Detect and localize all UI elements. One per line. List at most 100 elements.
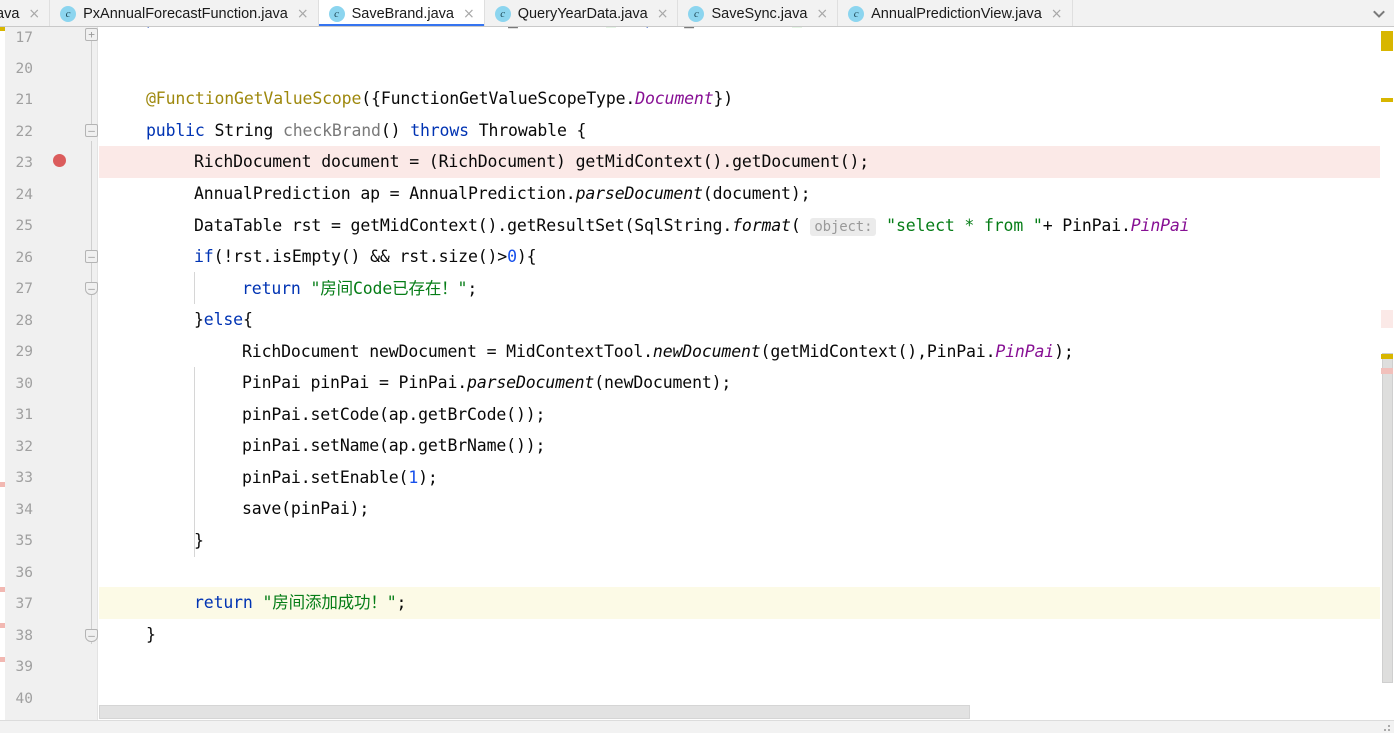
line-number: 28 [15, 313, 33, 329]
horizontal-scrollbar[interactable] [99, 705, 1380, 719]
code-line-39[interactable] [99, 650, 1394, 682]
line-number: 38 [15, 628, 33, 644]
warning-marker[interactable] [1381, 354, 1393, 359]
editor-tab-annualpredictionview[interactable]: c AnnualPredictionView.java × [838, 0, 1073, 26]
line-number: 29 [15, 344, 33, 360]
code-line-20[interactable] [99, 51, 1394, 83]
fold-collapse-icon[interactable]: – [85, 124, 98, 137]
close-icon[interactable]: × [463, 7, 475, 21]
code-line-text: } [146, 625, 156, 644]
editor-tab-queryyeardata[interactable]: c QueryYearData.java × [484, 0, 679, 26]
code-line-text: return "房间添加成功！"; [194, 593, 407, 612]
code-line-text: pinPai.setName(ap.getBrName()); [242, 436, 546, 455]
code-line-33[interactable]: pinPai.setEnable(1); [99, 462, 1394, 494]
code-line-text: AnnualPrediction ap = AnnualPrediction.p… [194, 184, 811, 203]
breakpoint-marker[interactable] [53, 154, 66, 167]
code-line-22[interactable]: public String checkBrand() throws Throwa… [99, 115, 1394, 147]
fold-region-end-icon[interactable]: – [85, 629, 98, 642]
line-number: 23 [15, 155, 33, 171]
editor-tab-clipped[interactable]: ava × [0, 0, 51, 26]
horizontal-scrollbar-thumb[interactable] [99, 705, 970, 719]
vertical-scrollbar-thumb[interactable] [1382, 353, 1393, 683]
line-number: 34 [15, 502, 33, 518]
code-text-area[interactable]: public SaveBrand(RichDocumentContext _co… [99, 27, 1394, 710]
line-number: 17 [15, 30, 33, 46]
tab-overflow-button[interactable] [1364, 0, 1394, 26]
java-class-icon: c [60, 5, 77, 22]
code-line-text: pinPai.setEnable(1); [242, 468, 438, 487]
code-line-text: return "房间Code已存在！"; [242, 279, 478, 298]
line-number: 31 [15, 407, 33, 423]
code-line-28[interactable]: }else{ [99, 304, 1394, 336]
code-line-text: PinPai pinPai = PinPai.parseDocument(new… [242, 373, 732, 392]
code-line-text: public String checkBrand() throws Throwa… [146, 121, 587, 140]
fold-collapse-icon[interactable]: – [85, 250, 98, 263]
line-number: 27 [15, 281, 33, 297]
fold-line [91, 141, 92, 644]
vertical-scrollbar[interactable] [1380, 27, 1394, 710]
code-line-32[interactable]: pinPai.setName(ap.getBrName()); [99, 430, 1394, 462]
code-line-text: }else{ [194, 310, 253, 329]
code-line-27[interactable]: return "房间Code已存在！"; [99, 273, 1394, 305]
code-line-31[interactable]: pinPai.setCode(ap.getBrCode()); [99, 399, 1394, 431]
fold-line [91, 33, 92, 129]
editor-tab-label: PxAnnualForecastFunction.java [83, 5, 288, 22]
java-class-icon: c [328, 5, 345, 22]
line-number: 26 [15, 250, 33, 266]
line-number: 36 [15, 565, 33, 581]
editor-tab-pxannualforecastfunction[interactable]: c PxAnnualForecastFunction.java × [50, 0, 319, 26]
code-line-37[interactable]: return "房间添加成功！"; [99, 587, 1394, 619]
code-line-text: RichDocument document = (RichDocument) g… [194, 152, 870, 171]
code-line-38[interactable]: } [99, 619, 1394, 651]
line-number: 35 [15, 533, 33, 549]
chevron-down-icon [1373, 10, 1385, 18]
code-line-23[interactable]: RichDocument document = (RichDocument) g… [99, 146, 1394, 178]
code-line-30[interactable]: PinPai pinPai = PinPai.parseDocument(new… [99, 367, 1394, 399]
parameter-hint: object: [810, 218, 877, 236]
close-icon[interactable]: × [657, 7, 669, 21]
line-number: 20 [15, 61, 33, 77]
line-number: 24 [15, 187, 33, 203]
code-line-35[interactable]: } [99, 525, 1394, 557]
fold-expand-icon[interactable]: + [85, 28, 98, 41]
code-line-29[interactable]: RichDocument newDocument = MidContextToo… [99, 336, 1394, 368]
code-line-text: RichDocument newDocument = MidContextToo… [242, 342, 1074, 361]
close-icon[interactable]: × [816, 7, 828, 21]
line-number: 21 [15, 92, 33, 108]
code-line-text: @FunctionGetValueScope({FunctionGetValue… [146, 89, 734, 108]
idea-editor-window: ava × c PxAnnualForecastFunction.java × … [0, 0, 1394, 733]
code-line-17[interactable]: public SaveBrand(RichDocumentContext _co… [99, 27, 1394, 35]
code-line-34[interactable]: save(pinPai); [99, 493, 1394, 525]
line-number: 39 [15, 659, 33, 675]
code-line-25[interactable]: DataTable rst = getMidContext().getResul… [99, 210, 1394, 242]
code-editor[interactable]: 17 20 21 22 23 24 25 26 27 28 29 30 31 3… [0, 27, 1394, 733]
editor-gutter[interactable]: 17 20 21 22 23 24 25 26 27 28 29 30 31 3… [5, 27, 98, 710]
code-line-text [146, 556, 156, 588]
line-number: 37 [15, 596, 33, 612]
code-line-24[interactable]: AnnualPrediction ap = AnnualPrediction.p… [99, 178, 1394, 210]
error-marker[interactable] [1381, 368, 1393, 374]
gutter-bottom-fill [5, 705, 98, 720]
code-line-text: public SaveBrand(RichDocumentContext _co… [146, 27, 802, 35]
close-icon[interactable]: × [297, 7, 309, 21]
editor-tab-label: SaveBrand.java [351, 5, 454, 22]
editor-tab-bar: ava × c PxAnnualForecastFunction.java × … [0, 0, 1394, 27]
close-icon[interactable]: × [28, 7, 40, 21]
editor-tab-savebrand[interactable]: c SaveBrand.java × [318, 0, 485, 26]
close-icon[interactable]: × [1051, 7, 1063, 21]
java-class-icon: c [848, 5, 865, 22]
java-class-icon: c [494, 5, 511, 22]
code-line-text: } [194, 531, 204, 550]
editor-tab-savesync[interactable]: c SaveSync.java × [678, 0, 839, 26]
line-number: 22 [15, 124, 33, 140]
code-line-text [146, 51, 156, 83]
code-line-21[interactable]: @FunctionGetValueScope({FunctionGetValue… [99, 83, 1394, 115]
code-line-text: if(!rst.isEmpty() && rst.size()>0){ [194, 247, 537, 266]
code-line-26[interactable]: if(!rst.isEmpty() && rst.size()>0){ [99, 241, 1394, 273]
line-number: 25 [15, 218, 33, 234]
line-number: 32 [15, 439, 33, 455]
fold-region-end-icon[interactable]: – [85, 282, 98, 295]
resize-grip-icon[interactable] [1384, 725, 1390, 731]
editor-tab-label: SaveSync.java [711, 5, 808, 22]
code-line-36[interactable] [99, 556, 1394, 588]
